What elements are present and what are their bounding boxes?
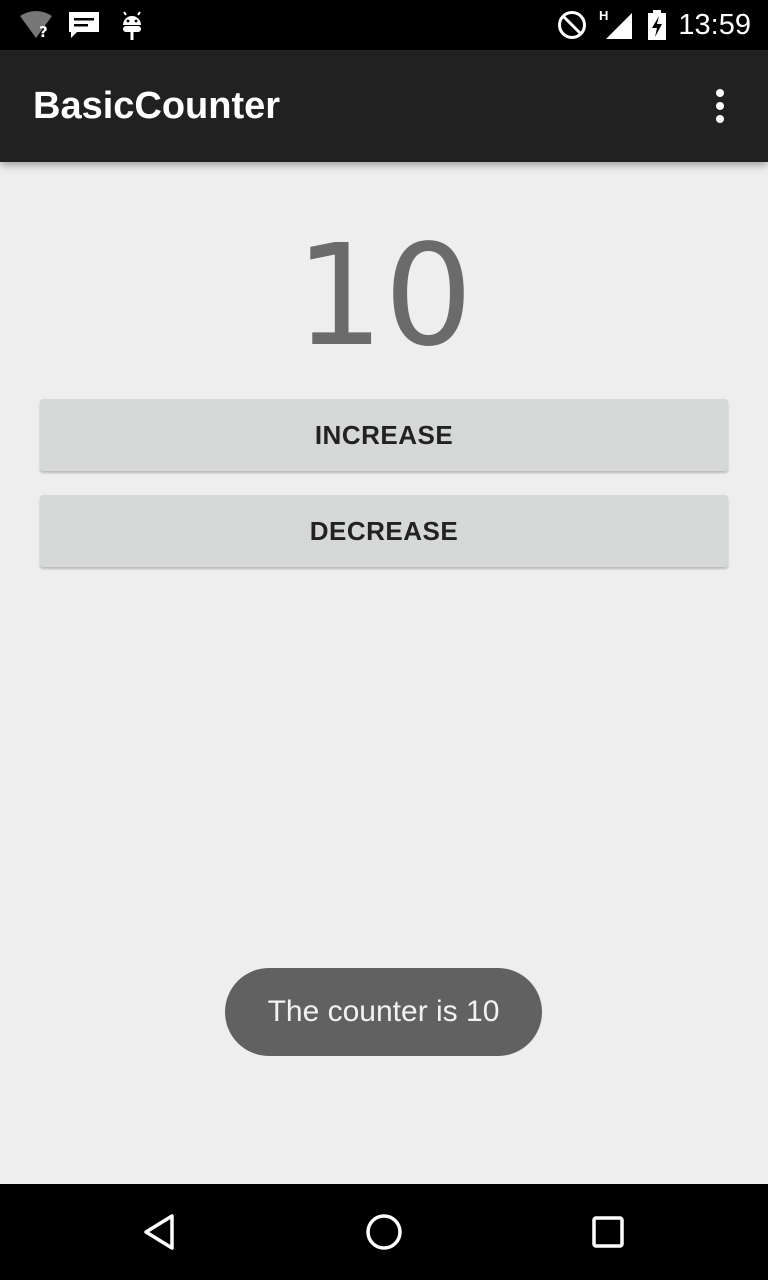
app-bar: BasicCounter — [0, 50, 768, 162]
status-time: 13:59 — [678, 9, 751, 41]
counter-value: 10 — [294, 215, 474, 378]
wifi-unknown-icon: ? — [18, 0, 54, 50]
home-icon[interactable] — [324, 1184, 444, 1280]
toast-text: The counter is 10 — [267, 995, 500, 1028]
navigation-bar — [0, 1184, 768, 1280]
more-vert-icon[interactable] — [700, 86, 740, 126]
status-bar: ? H 13:59 — [0, 0, 768, 50]
decrease-button[interactable]: DECREASE — [40, 495, 728, 567]
network-type-label: H — [599, 8, 609, 23]
increase-button[interactable]: INCREASE — [40, 399, 728, 471]
battery-charging-icon — [646, 0, 668, 50]
svg-text:?: ? — [39, 23, 48, 40]
recents-icon[interactable] — [548, 1184, 668, 1280]
app-title: BasicCounter — [33, 85, 281, 127]
toast-message: The counter is 10 — [225, 968, 542, 1056]
message-icon — [67, 0, 101, 50]
do-not-disturb-icon — [556, 0, 588, 50]
back-icon[interactable] — [100, 1184, 220, 1280]
android-debug-icon — [118, 0, 146, 50]
